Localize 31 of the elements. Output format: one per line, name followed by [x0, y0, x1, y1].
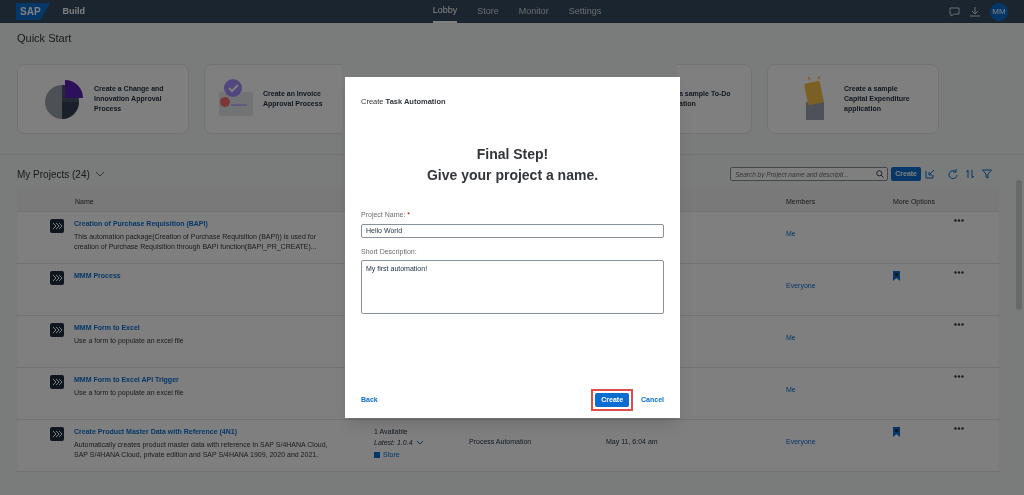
more-options-icon[interactable] [954, 218, 964, 222]
sort-icon[interactable] [965, 169, 975, 179]
nav-tab[interactable]: Store [477, 0, 499, 23]
process-icon [50, 218, 64, 233]
filter-icon[interactable] [982, 169, 992, 179]
product-name: Build [62, 4, 86, 18]
more-options-icon[interactable] [954, 374, 964, 378]
import-icon[interactable] [925, 169, 935, 179]
caret-icon[interactable] [95, 171, 104, 177]
process-icon [50, 322, 64, 337]
caret-icon[interactable] [416, 441, 423, 446]
process-icon [50, 426, 64, 441]
more-options-icon[interactable] [954, 322, 964, 326]
section-title: My Projects (24) [17, 167, 90, 182]
refresh-icon[interactable] [948, 169, 958, 179]
user-avatar[interactable]: MM [990, 2, 1008, 21]
store-icon [374, 451, 380, 458]
logo[interactable]: SAP [16, 3, 51, 20]
nav-tab[interactable]: Lobby [432, 0, 458, 23]
nav-tab[interactable]: Monitor [518, 0, 549, 23]
nav-tab[interactable]: Settings [568, 0, 602, 23]
feedback-icon[interactable] [949, 6, 960, 17]
search-icon[interactable] [876, 170, 885, 178]
process-icon [50, 374, 64, 389]
download-icon[interactable] [970, 6, 980, 17]
more-options-icon[interactable] [954, 426, 964, 430]
dialog-title: Give your project a name. [426, 166, 599, 186]
dialog-title: Final Step! [476, 145, 549, 165]
process-icon [50, 270, 64, 285]
section-title: Quick Start [17, 31, 73, 46]
more-options-icon[interactable] [954, 270, 964, 274]
